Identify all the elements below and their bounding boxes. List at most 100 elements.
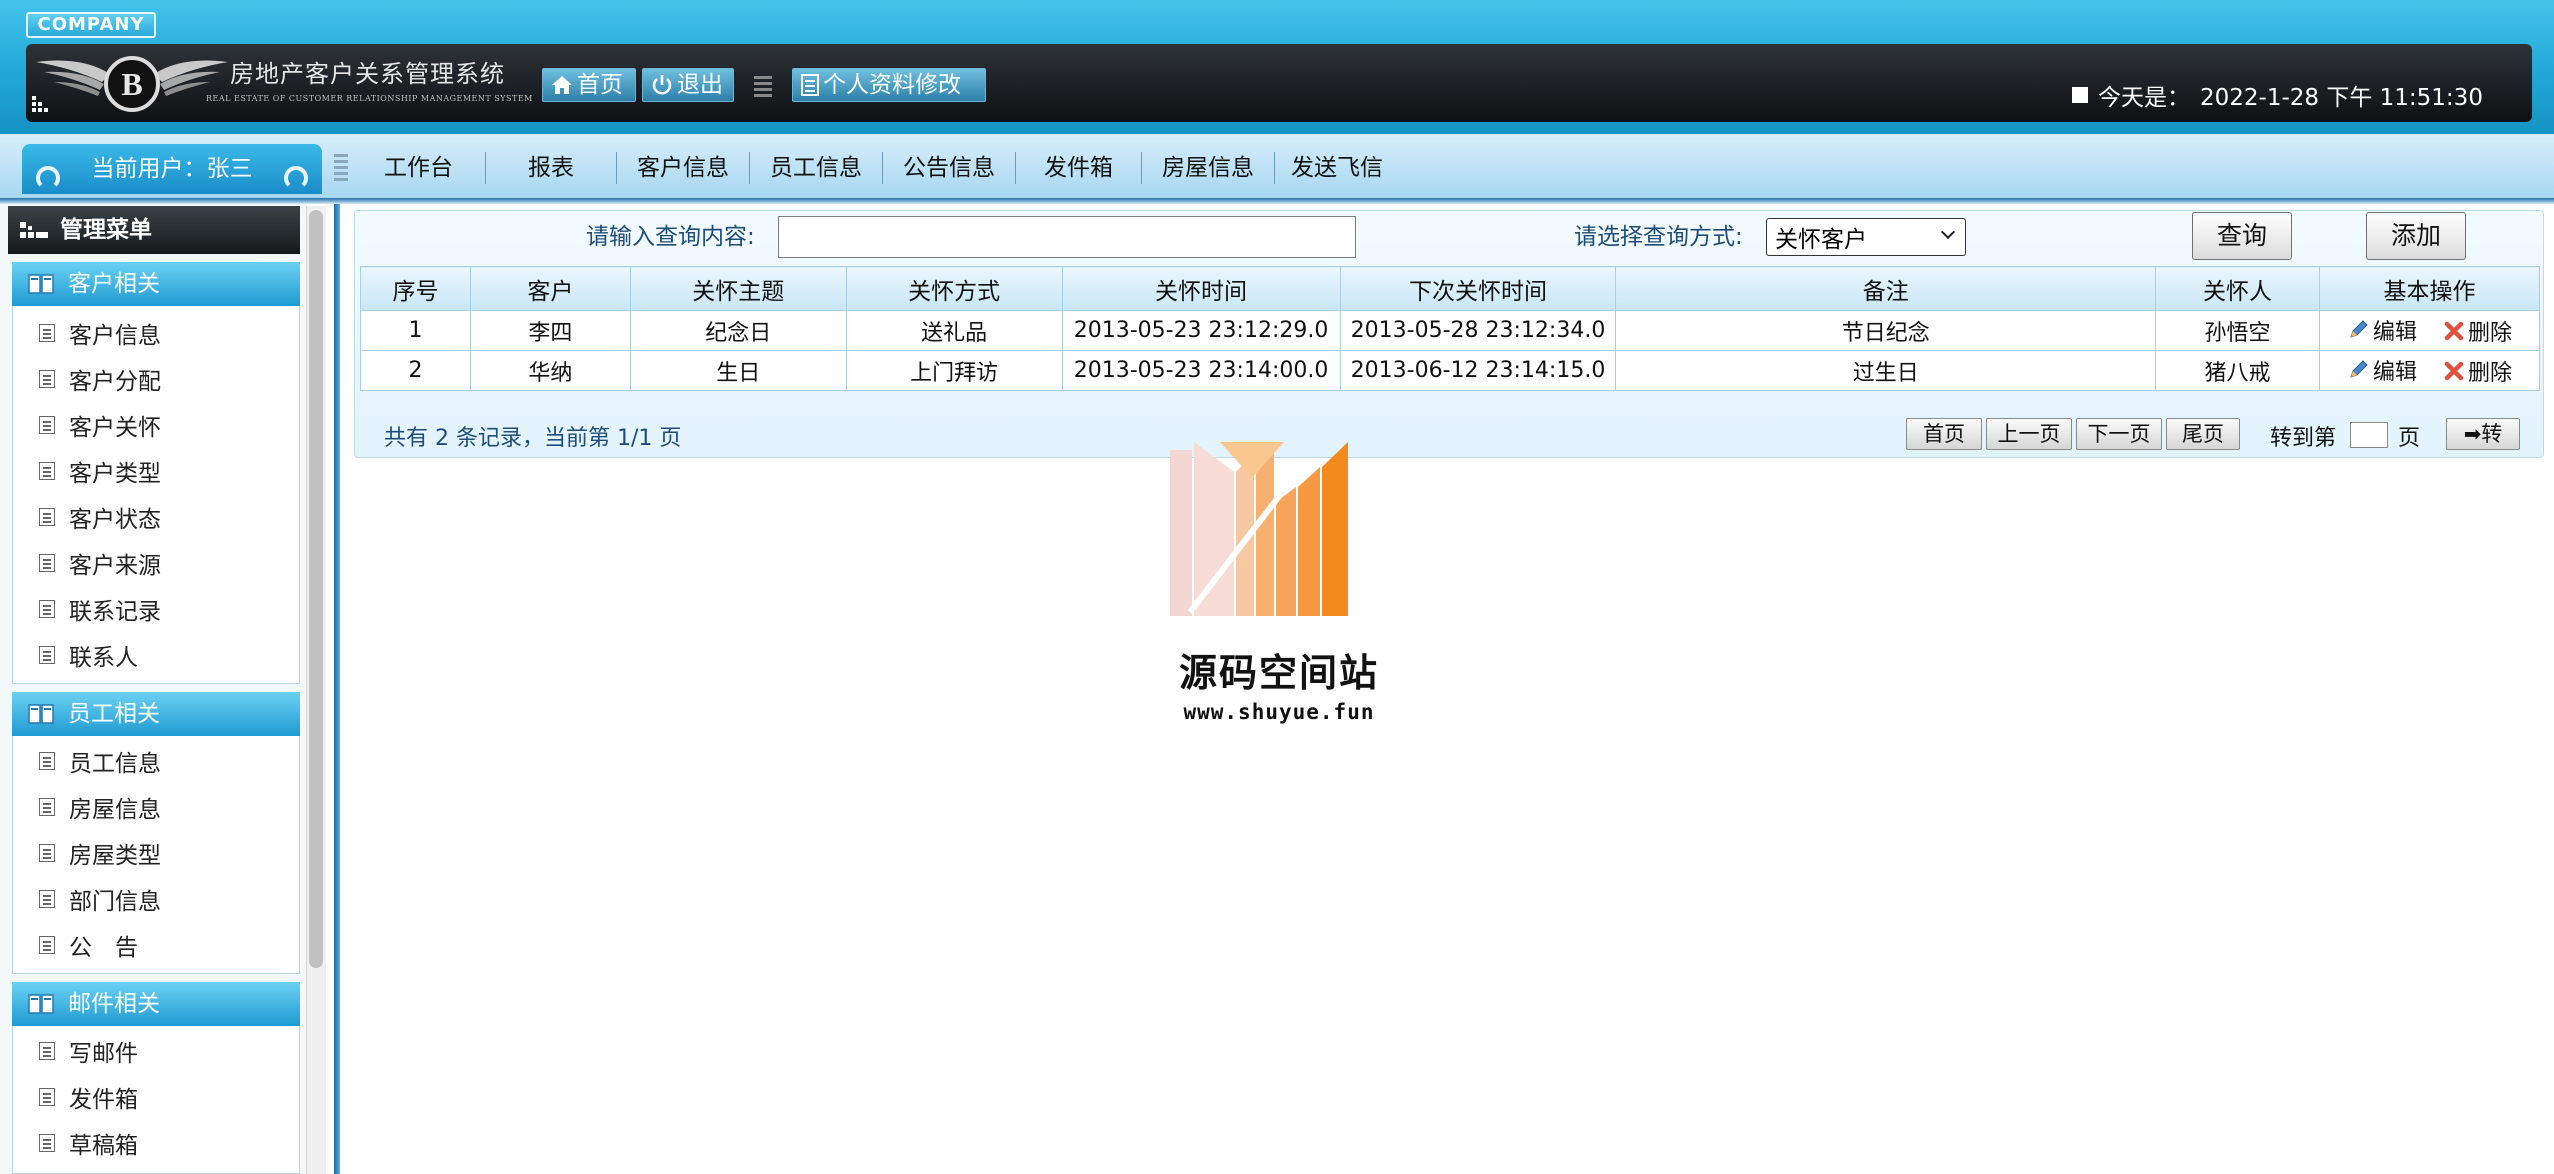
cell-theme: 生日 xyxy=(629,350,847,391)
page-icon xyxy=(39,646,55,664)
nav-item-send-fetion[interactable]: 发送飞信 xyxy=(1275,152,1399,184)
query-button[interactable]: 查询 xyxy=(2192,212,2292,260)
logout-label: 退出 xyxy=(677,72,723,98)
sidebar-item-label: 客户状态 xyxy=(69,507,161,533)
nav-item-house-info[interactable]: 房屋信息 xyxy=(1142,152,1275,184)
nav-grip-icon xyxy=(334,154,348,181)
profile-edit-button[interactable]: 个人资料修改 xyxy=(792,68,986,102)
sidebar-item-outbox[interactable]: 发件箱 xyxy=(13,1074,299,1120)
grid-dots-icon xyxy=(32,96,48,112)
sidebar-item-label: 联系记录 xyxy=(69,599,161,625)
cell-next-time: 2013-06-12 23:14:15.0 xyxy=(1339,350,1617,391)
sidebar-group-employee-list: 员工信息 房屋信息 房屋类型 部门信息 公 告 xyxy=(12,736,300,974)
system-subtitle: REAL ESTATE OF CUSTOMER RELATIONSHIP MAN… xyxy=(206,94,533,103)
sidebar-group-mail[interactable]: 邮件相关 xyxy=(12,982,300,1026)
query-label: 请输入查询内容: xyxy=(586,224,755,250)
page-icon xyxy=(39,890,55,908)
sidebar-item-label: 部门信息 xyxy=(69,889,161,915)
nav-item-reports[interactable]: 报表 xyxy=(486,152,617,184)
square-bullet-icon xyxy=(2072,87,2088,103)
today-display: 今天是： 2022-1-28 下午 11:51:30 xyxy=(2072,78,2483,112)
last-page-button[interactable]: 尾页 xyxy=(2166,418,2240,450)
query-mode-select[interactable]: 关怀客户 xyxy=(1766,218,1966,256)
cell-customer: 李四 xyxy=(469,310,631,351)
logout-button[interactable]: 退出 xyxy=(642,68,734,102)
edit-link[interactable]: 编辑 xyxy=(2347,314,2417,346)
page-icon xyxy=(39,936,55,954)
sidebar-group-mail-list: 写邮件 发件箱 草稿箱 xyxy=(12,1026,300,1174)
sidebar-item-customer-care[interactable]: 客户关怀 xyxy=(13,402,299,448)
watermark-title: 源码空间站 xyxy=(1178,651,1379,695)
add-button[interactable]: 添加 xyxy=(2366,212,2466,260)
page-icon xyxy=(39,600,55,618)
cell-actions: 编辑 删除 xyxy=(2318,350,2541,391)
cell-index: 1 xyxy=(360,310,471,351)
sidebar-item-label: 员工信息 xyxy=(69,751,161,777)
nav-item-notice-info[interactable]: 公告信息 xyxy=(883,152,1016,184)
nav-item-workbench[interactable]: 工作台 xyxy=(352,152,486,184)
sidebar-item-contact-record[interactable]: 联系记录 xyxy=(13,586,299,632)
sidebar-item-label: 房屋类型 xyxy=(69,843,161,869)
cell-actions: 编辑 删除 xyxy=(2318,310,2541,351)
cell-carer: 孙悟空 xyxy=(2155,310,2320,351)
col-header: 客户 xyxy=(469,266,631,311)
delete-link[interactable]: 删除 xyxy=(2444,315,2512,347)
sidebar-item-label: 公 告 xyxy=(69,935,138,961)
sidebar-item-drafts[interactable]: 草稿箱 xyxy=(13,1120,299,1166)
ring-right-icon xyxy=(284,166,308,190)
home-button[interactable]: 首页 xyxy=(542,68,636,102)
sidebar-group-customer[interactable]: 客户相关 xyxy=(12,262,300,306)
delete-x-icon xyxy=(2444,361,2464,381)
goto-page-unit: 页 xyxy=(2398,426,2421,451)
home-icon xyxy=(552,76,572,94)
sidebar-item-employee-info[interactable]: 员工信息 xyxy=(13,738,299,784)
sidebar-item-house-type[interactable]: 房屋类型 xyxy=(13,830,299,876)
sidebar-item-customer-status[interactable]: 客户状态 xyxy=(13,494,299,540)
sidebar-item-customer-source[interactable]: 客户来源 xyxy=(13,540,299,586)
table-row: 2 华纳 生日 上门拜访 2013-05-23 23:14:00.0 2013-… xyxy=(360,350,2541,391)
nav-item-outbox[interactable]: 发件箱 xyxy=(1016,152,1142,184)
nav-item-employee-info[interactable]: 员工信息 xyxy=(750,152,883,184)
next-page-button[interactable]: 下一页 xyxy=(2076,418,2162,450)
sidebar-item-customer-type[interactable]: 客户类型 xyxy=(13,448,299,494)
sidebar-item-write-mail[interactable]: 写邮件 xyxy=(13,1028,299,1074)
col-header: 关怀时间 xyxy=(1061,266,1341,311)
sidebar-item-label: 客户来源 xyxy=(69,553,161,579)
edit-link[interactable]: 编辑 xyxy=(2347,354,2417,386)
prev-page-button[interactable]: 上一页 xyxy=(1986,418,2072,450)
sidebar-scrollbar-thumb[interactable] xyxy=(309,210,323,968)
delete-link[interactable]: 删除 xyxy=(2444,355,2512,387)
sidebar-item-customer-info[interactable]: 客户信息 xyxy=(13,310,299,356)
goto-page-input[interactable] xyxy=(2350,422,2388,448)
power-icon xyxy=(652,75,672,95)
nav-menu: 工作台 报表 客户信息 员工信息 公告信息 发件箱 房屋信息 发送飞信 xyxy=(352,146,1399,190)
query-mode-value: 关怀客户 xyxy=(1775,227,1867,253)
page-icon xyxy=(39,798,55,816)
sidebar-item-contact[interactable]: 联系人 xyxy=(13,632,299,678)
page-icon xyxy=(39,416,55,434)
query-input[interactable] xyxy=(778,216,1356,258)
page-icon xyxy=(39,1042,55,1060)
first-page-button[interactable]: 首页 xyxy=(1906,418,1982,450)
col-header: 基本操作 xyxy=(2318,266,2541,311)
today-label: 今天是： xyxy=(2098,85,2190,111)
sidebar-item-customer-assign[interactable]: 客户分配 xyxy=(13,356,299,402)
sidebar-item-house-info[interactable]: 房屋信息 xyxy=(13,784,299,830)
sidebar-item-notice[interactable]: 公 告 xyxy=(13,922,299,968)
nav-item-customer-info[interactable]: 客户信息 xyxy=(617,152,750,184)
sidebar-item-label: 房屋信息 xyxy=(69,797,161,823)
sidebar-item-department-info[interactable]: 部门信息 xyxy=(13,876,299,922)
cell-method: 上门拜访 xyxy=(845,350,1063,391)
today-value: 2022-1-28 下午 11:51:30 xyxy=(2200,85,2483,111)
sidebar-group-mail-label: 邮件相关 xyxy=(68,991,160,1017)
table-row: 1 李四 纪念日 送礼品 2013-05-23 23:12:29.0 2013-… xyxy=(360,310,2541,351)
edit-label: 编辑 xyxy=(2372,320,2417,345)
sidebar-title: 管理菜单 xyxy=(8,206,300,254)
profile-edit-label: 个人资料修改 xyxy=(823,72,961,98)
goto-button[interactable]: ➡转 xyxy=(2446,418,2520,450)
sidebar-group-employee[interactable]: 员工相关 xyxy=(12,692,300,736)
book-icon xyxy=(28,274,54,294)
menu-grid-icon xyxy=(20,222,48,238)
col-header: 关怀主题 xyxy=(629,266,847,311)
pencil-icon xyxy=(2350,320,2368,338)
